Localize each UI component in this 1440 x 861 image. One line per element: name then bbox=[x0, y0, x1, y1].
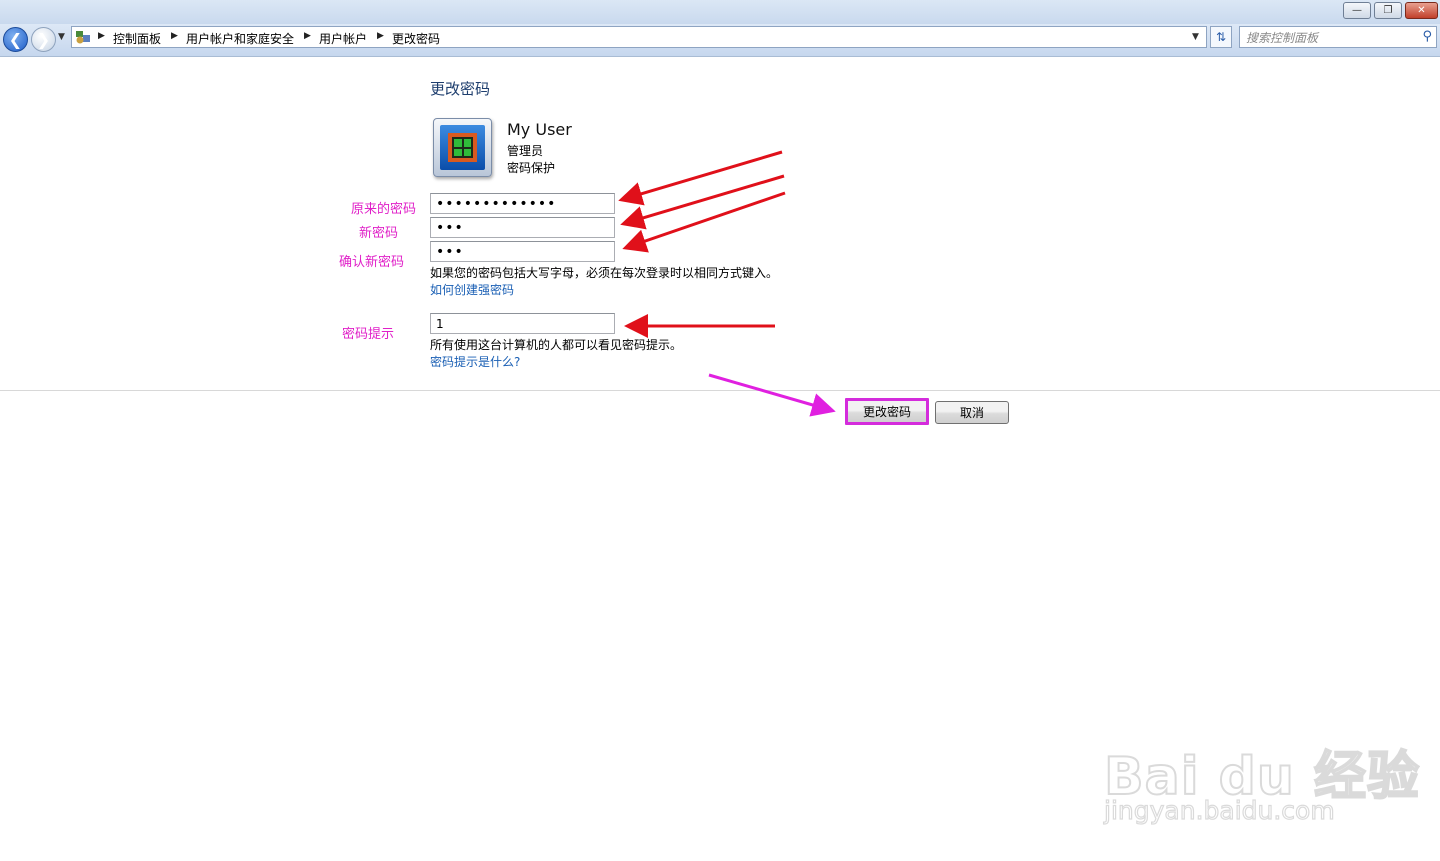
back-button[interactable]: ❮ bbox=[3, 27, 28, 52]
control-panel-icon bbox=[75, 29, 91, 45]
breadcrumb-separator-icon[interactable]: ▶ bbox=[304, 31, 311, 41]
chevron-down-icon: ▼ bbox=[58, 32, 65, 42]
user-name: My User bbox=[507, 120, 572, 139]
cancel-button[interactable]: 取消 bbox=[935, 401, 1009, 424]
restore-button[interactable]: ❐ bbox=[1374, 2, 1402, 19]
arrow-new-password bbox=[620, 174, 785, 230]
user-role: 管理员 bbox=[507, 144, 544, 158]
breadcrumb-separator-icon[interactable]: ▶ bbox=[377, 31, 384, 41]
password-hint-link[interactable]: 密码提示是什么? bbox=[430, 353, 520, 370]
breadcrumb-separator-icon[interactable]: ▶ bbox=[171, 31, 178, 41]
current-password-label: 原来的密码 bbox=[351, 202, 417, 217]
caps-note: 如果您的密码包括大写字母，必须在每次登录时以相同方式键入。 bbox=[430, 266, 779, 280]
password-hint-label: 密码提示 bbox=[342, 327, 395, 342]
password-hint-field[interactable] bbox=[430, 313, 615, 334]
arrow-confirm-password bbox=[622, 191, 786, 253]
hint-note: 所有使用这台计算机的人都可以看见密码提示。 bbox=[430, 338, 683, 352]
new-password-field[interactable] bbox=[430, 217, 615, 238]
watermark-url: jingyan.baidu.com bbox=[1103, 795, 1335, 825]
close-icon: ✕ bbox=[1417, 5, 1426, 16]
new-password-label: 新密码 bbox=[359, 226, 399, 241]
divider bbox=[0, 390, 1440, 391]
breadcrumb-user-accounts-family-safety[interactable]: 用户帐户和家庭安全 bbox=[186, 30, 294, 47]
forward-arrow-icon: ❯ bbox=[36, 30, 51, 49]
address-bar[interactable]: ▶ 控制面板 ▶ 用户帐户和家庭安全 ▶ 用户帐户 ▶ 更改密码 ▼ bbox=[71, 26, 1207, 48]
user-avatar bbox=[433, 118, 492, 177]
breadcrumb-change-password[interactable]: 更改密码 bbox=[392, 30, 440, 47]
change-password-button[interactable]: 更改密码 bbox=[845, 398, 929, 425]
back-arrow-icon: ❮ bbox=[8, 30, 23, 49]
navigation-bar: ❮ ❯ ▼ ▶ 控制面板 ▶ 用户帐户和家庭安全 ▶ 用户帐户 ▶ 更改密码 ▼… bbox=[0, 24, 1440, 57]
arrow-current-password bbox=[618, 150, 783, 206]
breadcrumb-control-panel[interactable]: 控制面板 bbox=[113, 30, 161, 47]
breadcrumb-separator-icon[interactable]: ▶ bbox=[98, 31, 105, 41]
window-icon bbox=[448, 133, 477, 162]
search-box[interactable]: ⚲ bbox=[1239, 26, 1437, 49]
close-button[interactable]: ✕ bbox=[1405, 2, 1438, 19]
forward-button[interactable]: ❯ bbox=[31, 27, 56, 52]
confirm-password-label: 确认新密码 bbox=[339, 255, 405, 270]
confirm-password-field[interactable] bbox=[430, 241, 615, 262]
user-password-status: 密码保护 bbox=[507, 161, 556, 175]
search-input[interactable] bbox=[1244, 27, 1418, 49]
baidu-watermark: Bai du 经验 jingyan.baidu.com bbox=[1103, 700, 1420, 830]
minimize-button[interactable]: — bbox=[1343, 2, 1371, 19]
arrow-change-button bbox=[708, 373, 836, 417]
restore-icon: ❐ bbox=[1383, 5, 1393, 16]
recent-pages-dropdown[interactable]: ▼ bbox=[58, 32, 65, 42]
title-bar: — ❐ ✕ bbox=[0, 0, 1440, 24]
address-dropdown-icon[interactable]: ▼ bbox=[1192, 32, 1199, 42]
avatar-picture bbox=[440, 125, 485, 170]
breadcrumb-user-accounts[interactable]: 用户帐户 bbox=[319, 30, 367, 47]
refresh-button[interactable]: ⇅ bbox=[1210, 26, 1232, 48]
strong-password-link[interactable]: 如何创建强密码 bbox=[430, 281, 514, 298]
current-password-field[interactable] bbox=[430, 193, 615, 214]
search-icon[interactable]: ⚲ bbox=[1422, 29, 1432, 44]
minimize-icon: — bbox=[1352, 5, 1362, 16]
page-title: 更改密码 bbox=[430, 80, 491, 98]
refresh-icon: ⇅ bbox=[1215, 30, 1227, 44]
